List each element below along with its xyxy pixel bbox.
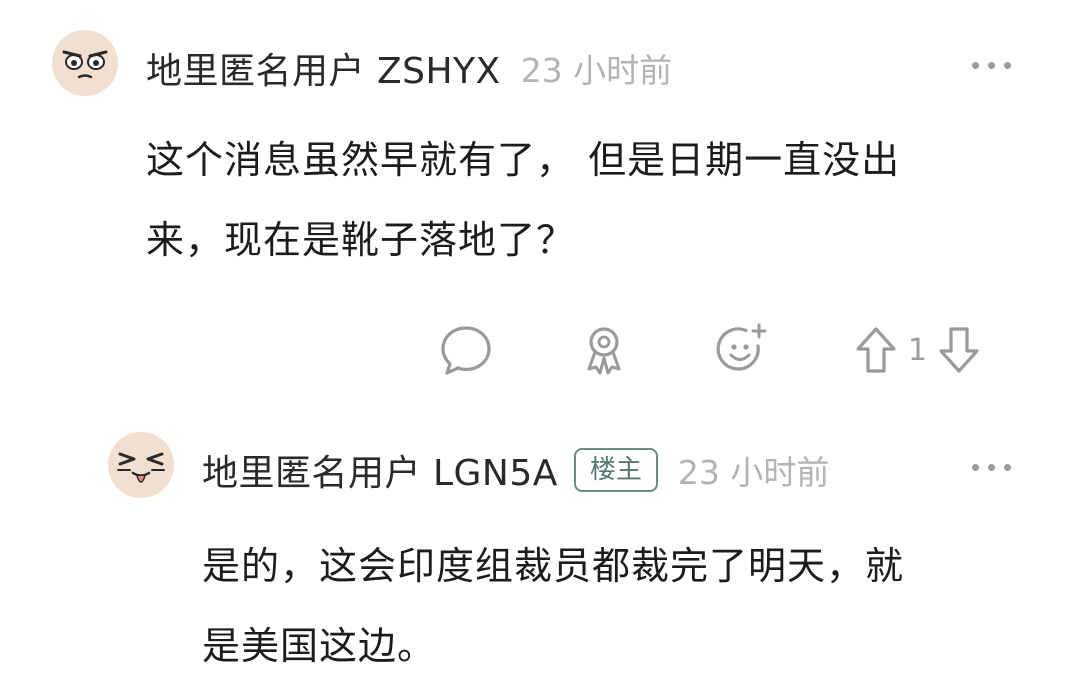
downvote-arrow-icon[interactable] (937, 325, 981, 375)
comment-header: 地里匿名用户 ZSHYX 23 小时前 (146, 42, 672, 94)
user-avatar[interactable] (52, 30, 118, 96)
comment-text-line: 是的，这会印度组裁员都裁完了明天，就 (202, 544, 905, 588)
more-options-button[interactable] (972, 464, 1011, 471)
dot-icon (988, 464, 995, 471)
timestamp: 23 小时前 (520, 51, 673, 90)
comment-body: 是的，这会印度组裁员都裁完了明天，就 是美国这边。 (202, 526, 904, 686)
comment-actions: 1 (438, 322, 981, 378)
username[interactable]: 地里匿名用户 LGN5A (202, 444, 558, 496)
dot-icon (988, 62, 995, 69)
dot-icon (972, 62, 979, 69)
reply-bubble-icon[interactable] (438, 322, 494, 378)
comment-header: 地里匿名用户 LGN5A 楼主 23 小时前 (202, 444, 829, 496)
dot-icon (1004, 464, 1011, 471)
award-icon[interactable] (576, 322, 632, 378)
op-badge: 楼主 (573, 448, 658, 492)
username[interactable]: 地里匿名用户 ZSHYX (146, 42, 501, 94)
comment-text-line: 来，现在是靴子落地了？ (146, 218, 576, 262)
upvote-arrow-icon[interactable] (854, 325, 898, 375)
laughing-face-icon (108, 432, 174, 498)
comment-body: 这个消息虽然早就有了， 但是日期一直没出 来，现在是靴子落地了？ (146, 120, 900, 280)
comment-text-line: 这个消息虽然早就有了， 但是日期一直没出 (146, 138, 901, 182)
user-avatar[interactable] (108, 432, 174, 498)
more-options-button[interactable] (972, 62, 1011, 69)
comment-text-line: 是美国这边。 (202, 624, 437, 668)
dot-icon (1004, 62, 1011, 69)
timestamp: 23 小时前 (677, 453, 830, 492)
add-reaction-icon[interactable] (714, 322, 770, 378)
dizzy-face-icon (52, 30, 118, 96)
dot-icon (972, 464, 979, 471)
vote-count: 1 (908, 332, 928, 368)
